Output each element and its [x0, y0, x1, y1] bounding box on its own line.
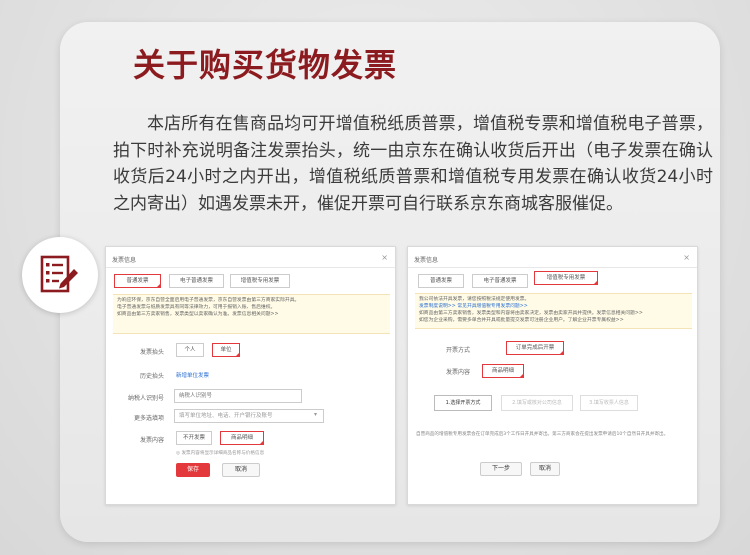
tab-electronic-invoice[interactable]: 电子普通发票: [169, 274, 224, 288]
invoice-checklist-pen-icon: [40, 255, 78, 293]
invoice-content-label: 发票内容: [445, 369, 470, 376]
taxpayer-id-input[interactable]: [174, 389, 302, 403]
chevron-down-icon[interactable]: ▾: [314, 411, 317, 418]
invoice-notice: 我公司依法开具发票，请您按照税法规定使用发票。 发票制度说明>> 常见开具增值税…: [415, 293, 692, 329]
notice-line: 如商品由第三方卖家销售，发票类型和内容将由卖家决定，发票由卖家开具并提供。发票信…: [419, 311, 643, 316]
tab-vat-invoice[interactable]: 增值税专用发票: [534, 271, 598, 285]
invoice-title-label: 发票抬头: [139, 349, 164, 356]
cancel-button[interactable]: 取消: [530, 462, 560, 476]
tab-vat-invoice[interactable]: 增值税专用发票: [230, 274, 290, 288]
tab-normal-invoice[interactable]: 普通发票: [418, 274, 464, 288]
step-1-choose-method: 1.选择开票方式: [434, 395, 492, 411]
notice-line[interactable]: 发票制度说明>> 常见开具增值税专用发票问题>>: [419, 303, 688, 310]
title-option-personal[interactable]: 个人: [176, 343, 204, 357]
save-button[interactable]: 保存: [176, 463, 210, 477]
content-option-detail[interactable]: 商品明细: [220, 431, 264, 445]
more-options-input[interactable]: 填写单位地址、电话、开户银行及账号: [174, 409, 324, 423]
notice-line: 我公司依法开具发票，请您按照税法规定使用发票。: [419, 297, 530, 302]
next-step-button[interactable]: 下一步: [480, 462, 522, 476]
title-option-company[interactable]: 单位: [212, 343, 240, 357]
invoice-content-label: 发票内容: [139, 437, 164, 444]
method-option-after-order[interactable]: 订单完成后开票: [506, 341, 564, 355]
notice-line: 如您为企业采购，需要多单合并开具或批量提交发票可注册企业用户。了解企业开票专属权…: [419, 318, 624, 323]
notice-line: 电子普通发票与纸质发票具有同等法律效力，可用于报销入账、售后维权。: [117, 305, 276, 310]
dialog-header: 发票信息: [112, 257, 137, 264]
content-hint: ◎ 发票内容将显示详细商品名称与价格信息: [176, 451, 265, 456]
more-options-label: 更多选填项: [133, 415, 164, 422]
invoice-badge: [22, 237, 98, 313]
tab-normal-invoice[interactable]: 普通发票: [114, 274, 161, 288]
content-option-none[interactable]: 不开发票: [176, 431, 212, 445]
notice-line: 为响应环保，京东自营全面启用电子普通发票，京东自营发票由第三方商家实际开具。: [117, 298, 300, 303]
vat-footnote: 自营商品的增值税专用发票会在订单完成后3个工作日开具并寄出。第三方商家会在提出发…: [416, 432, 669, 437]
invoice-description: 本店所有在售商品均可开增值税纸质普票，增值税专票和增值税电子普票，拍下时补充说明…: [113, 114, 713, 214]
notice-line: 如商品由第三方卖家销售，发票类型以卖家确认为准。发票信息相关问题>>: [117, 312, 279, 317]
history-title-label: 历史抬头: [139, 373, 164, 380]
step-2-company-info: 2.填写或核对公司信息: [501, 395, 573, 411]
cancel-button[interactable]: 取消: [222, 463, 260, 477]
close-icon[interactable]: ×: [381, 253, 388, 262]
dialog-header: 发票信息: [414, 257, 439, 264]
add-company-invoice-link[interactable]: 新增单位发票: [176, 371, 209, 379]
header-divider: [106, 267, 395, 268]
invoice-notice: 为响应环保，京东自营全面启用电子普通发票，京东自营发票由第三方商家实际开具。 电…: [113, 294, 390, 334]
header-divider: [408, 267, 697, 268]
step-3-recipient-info: 3.填写收票人信息: [580, 395, 638, 411]
invoice-dialog-left: 发票信息 × 普通发票 电子普通发票 增值税专用发票 为响应环保，京东自营全面启…: [105, 246, 396, 505]
close-icon[interactable]: ×: [683, 253, 690, 262]
tab-electronic-invoice[interactable]: 电子普通发票: [472, 274, 528, 288]
invoice-dialog-right: 发票信息 × 普通发票 电子普通发票 增值税专用发票 我公司依法开具发票，请您按…: [407, 246, 698, 505]
invoice-method-label: 开票方式: [445, 347, 470, 354]
page-title: 关于购买货物发票: [133, 46, 398, 84]
taxpayer-id-label: 纳税人识别号: [127, 395, 164, 402]
content-option-detail[interactable]: 商品明细: [482, 364, 524, 378]
